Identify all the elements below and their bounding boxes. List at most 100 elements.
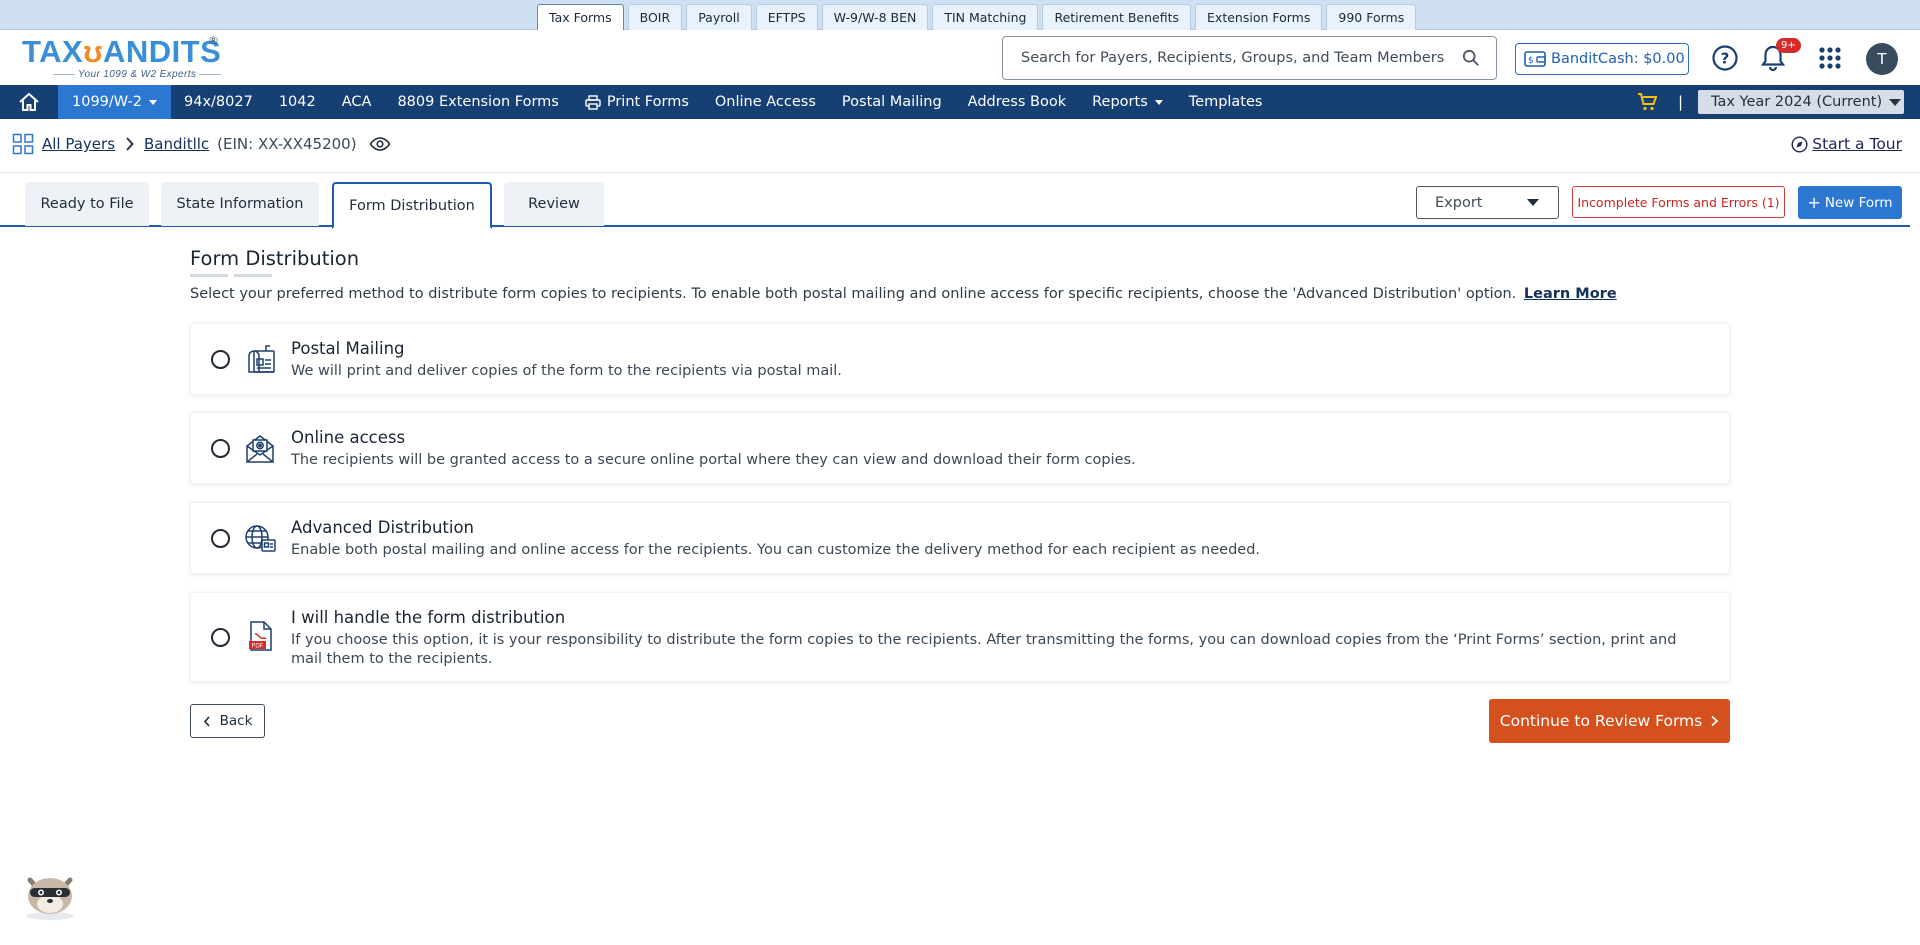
option-self-distribution[interactable]: PDF I will handle the form distribution …: [190, 592, 1730, 682]
chevron-down-icon: [1889, 98, 1902, 106]
option-title: Postal Mailing: [291, 339, 405, 358]
page-title: Form Distribution: [190, 247, 360, 270]
option-description: If you choose this option, it is your re…: [291, 632, 1677, 667]
back-button[interactable]: Back: [190, 704, 265, 738]
product-tab-retirement[interactable]: Retirement Benefits: [1042, 4, 1192, 30]
logo-text-a: TAX: [22, 34, 84, 69]
search-box[interactable]: [1002, 36, 1497, 80]
product-tab-990[interactable]: 990 Forms: [1326, 4, 1417, 30]
new-form-button[interactable]: + New Form: [1798, 186, 1902, 219]
online-access-icon: [246, 435, 274, 463]
nav-item-address-book[interactable]: Address Book: [955, 85, 1079, 119]
learn-more-link[interactable]: Learn More: [1524, 286, 1617, 302]
title-underline: [234, 274, 272, 277]
logo-owl-icon: ʊ: [83, 34, 103, 69]
export-dropdown[interactable]: Export: [1416, 186, 1559, 219]
product-tab-w9-w8[interactable]: W-9/W-8 BEN: [821, 4, 929, 30]
nav-item-8809-extension[interactable]: 8809 Extension Forms: [384, 85, 571, 119]
product-tab-eftps[interactable]: EFTPS: [755, 4, 818, 30]
breadcrumb-divider: [0, 172, 1920, 173]
bandit-cash-button[interactable]: $ BanditCash: $0.00: [1515, 43, 1689, 75]
nav-item-templates[interactable]: Templates: [1176, 85, 1276, 119]
tab-state-information[interactable]: State Information: [161, 182, 319, 226]
product-tab-payroll[interactable]: Payroll: [686, 4, 752, 30]
option-advanced-distribution[interactable]: Advanced Distribution Enable both postal…: [190, 502, 1730, 574]
product-tabs: Tax Forms BOIR Payroll EFTPS W-9/W-8 BEN…: [537, 4, 1417, 31]
radio-postal-mailing[interactable]: [211, 350, 230, 369]
product-tab-tax-forms[interactable]: Tax Forms: [537, 4, 624, 31]
section-description: Select your preferred method to distribu…: [190, 286, 1617, 302]
cart-icon[interactable]: [1632, 93, 1662, 111]
start-tour-link[interactable]: Start a Tour: [1791, 135, 1902, 153]
option-description: Enable both postal mailing and online ac…: [291, 542, 1261, 558]
main-nav: 1099/W-2 94x/8027 1042 ACA 8809 Extensio…: [0, 85, 1920, 119]
svg-text:PDF: PDF: [252, 643, 264, 650]
option-description: We will print and deliver copies of the …: [291, 363, 842, 379]
option-title: Online access: [291, 428, 406, 447]
logo-tagline: Your 1099 & W2 Experts: [50, 69, 224, 80]
nav-item-online-access[interactable]: Online Access: [702, 85, 829, 119]
notifications-badge: 9+: [1776, 38, 1801, 53]
radio-advanced-distribution[interactable]: [211, 529, 230, 548]
option-postal-mailing[interactable]: Postal Mailing We will print and deliver…: [190, 323, 1730, 395]
radio-self-distribution[interactable]: [211, 628, 230, 647]
home-icon[interactable]: [0, 85, 58, 119]
nav-item-postal-mailing[interactable]: Postal Mailing: [829, 85, 955, 119]
breadcrumb-all-payers[interactable]: All Payers: [42, 135, 115, 153]
postal-mail-icon: [248, 345, 275, 373]
option-title: Advanced Distribution: [291, 518, 475, 537]
continue-button[interactable]: Continue to Review Forms: [1489, 699, 1730, 743]
svg-text:$: $: [1528, 56, 1534, 66]
plus-icon: +: [1807, 193, 1821, 212]
advanced-distribution-icon: [245, 525, 276, 552]
bandit-cash-value: $0.00: [1643, 51, 1685, 67]
apps-grid-icon[interactable]: [1814, 42, 1846, 74]
taxbandits-logo[interactable]: TAXʊANDITS ® Your 1099 & W2 Experts: [22, 34, 222, 82]
option-online-access[interactable]: Online access The recipients will be gra…: [190, 412, 1730, 484]
nav-item-94x-8027[interactable]: 94x/8027: [171, 85, 266, 119]
breadcrumb: All Payers Banditllc (EIN: XX-XX45200): [12, 133, 391, 155]
wallet-icon: $: [1524, 51, 1546, 67]
search-icon[interactable]: [1462, 49, 1480, 67]
nav-item-print-forms[interactable]: Print Forms: [572, 85, 702, 119]
chevron-left-icon: [203, 715, 210, 727]
user-avatar[interactable]: T: [1866, 43, 1898, 75]
help-icon[interactable]: ?: [1709, 42, 1741, 74]
logo-text-b: ANDITS: [102, 34, 222, 69]
product-tab-tin-matching[interactable]: TIN Matching: [932, 4, 1039, 30]
bandit-mascot-chat-icon[interactable]: [20, 866, 80, 922]
product-tab-boir[interactable]: BOIR: [627, 4, 683, 30]
nav-separator: |: [1677, 93, 1683, 111]
chevron-right-icon: [1711, 715, 1719, 727]
option-title: I will handle the form distribution: [291, 608, 566, 627]
incomplete-forms-button[interactable]: Incomplete Forms and Errors (1): [1572, 186, 1785, 218]
breadcrumb-payer[interactable]: Banditllc: [144, 135, 209, 153]
chevron-down-icon: [149, 99, 157, 105]
nav-item-1099-w2[interactable]: 1099/W-2: [58, 85, 171, 119]
product-tab-extension[interactable]: Extension Forms: [1195, 4, 1323, 30]
product-tab-bar: Tax Forms BOIR Payroll EFTPS W-9/W-8 BEN…: [0, 0, 1920, 31]
chevron-right-icon: [126, 137, 134, 151]
chevron-down-icon: [1154, 99, 1163, 105]
svg-text:?: ?: [1721, 50, 1730, 68]
tab-review[interactable]: Review: [504, 182, 604, 226]
tab-ready-to-file[interactable]: Ready to File: [25, 182, 149, 226]
search-input[interactable]: [1021, 50, 1462, 66]
nav-item-aca[interactable]: ACA: [329, 85, 385, 119]
grid-view-icon[interactable]: [12, 133, 34, 155]
option-description: The recipients will be granted access to…: [291, 452, 1136, 468]
compass-icon: [1791, 135, 1808, 153]
tab-form-distribution[interactable]: Form Distribution: [332, 182, 492, 229]
radio-online-access[interactable]: [211, 439, 230, 458]
bandit-cash-label: BanditCash:: [1551, 51, 1639, 67]
tax-year-select[interactable]: Tax Year 2024 (Current): [1698, 90, 1904, 114]
pdf-icon: PDF: [249, 621, 272, 651]
nav-item-reports[interactable]: Reports: [1079, 85, 1176, 119]
printer-icon: [585, 94, 601, 110]
title-underline: [190, 274, 228, 277]
nav-item-1042[interactable]: 1042: [266, 85, 329, 119]
chevron-down-icon: [1527, 199, 1539, 206]
eye-icon[interactable]: [369, 136, 391, 152]
payer-ein: (EIN: XX-XX45200): [217, 135, 357, 153]
header: TAXʊANDITS ® Your 1099 & W2 Experts $ Ba…: [0, 30, 1920, 85]
